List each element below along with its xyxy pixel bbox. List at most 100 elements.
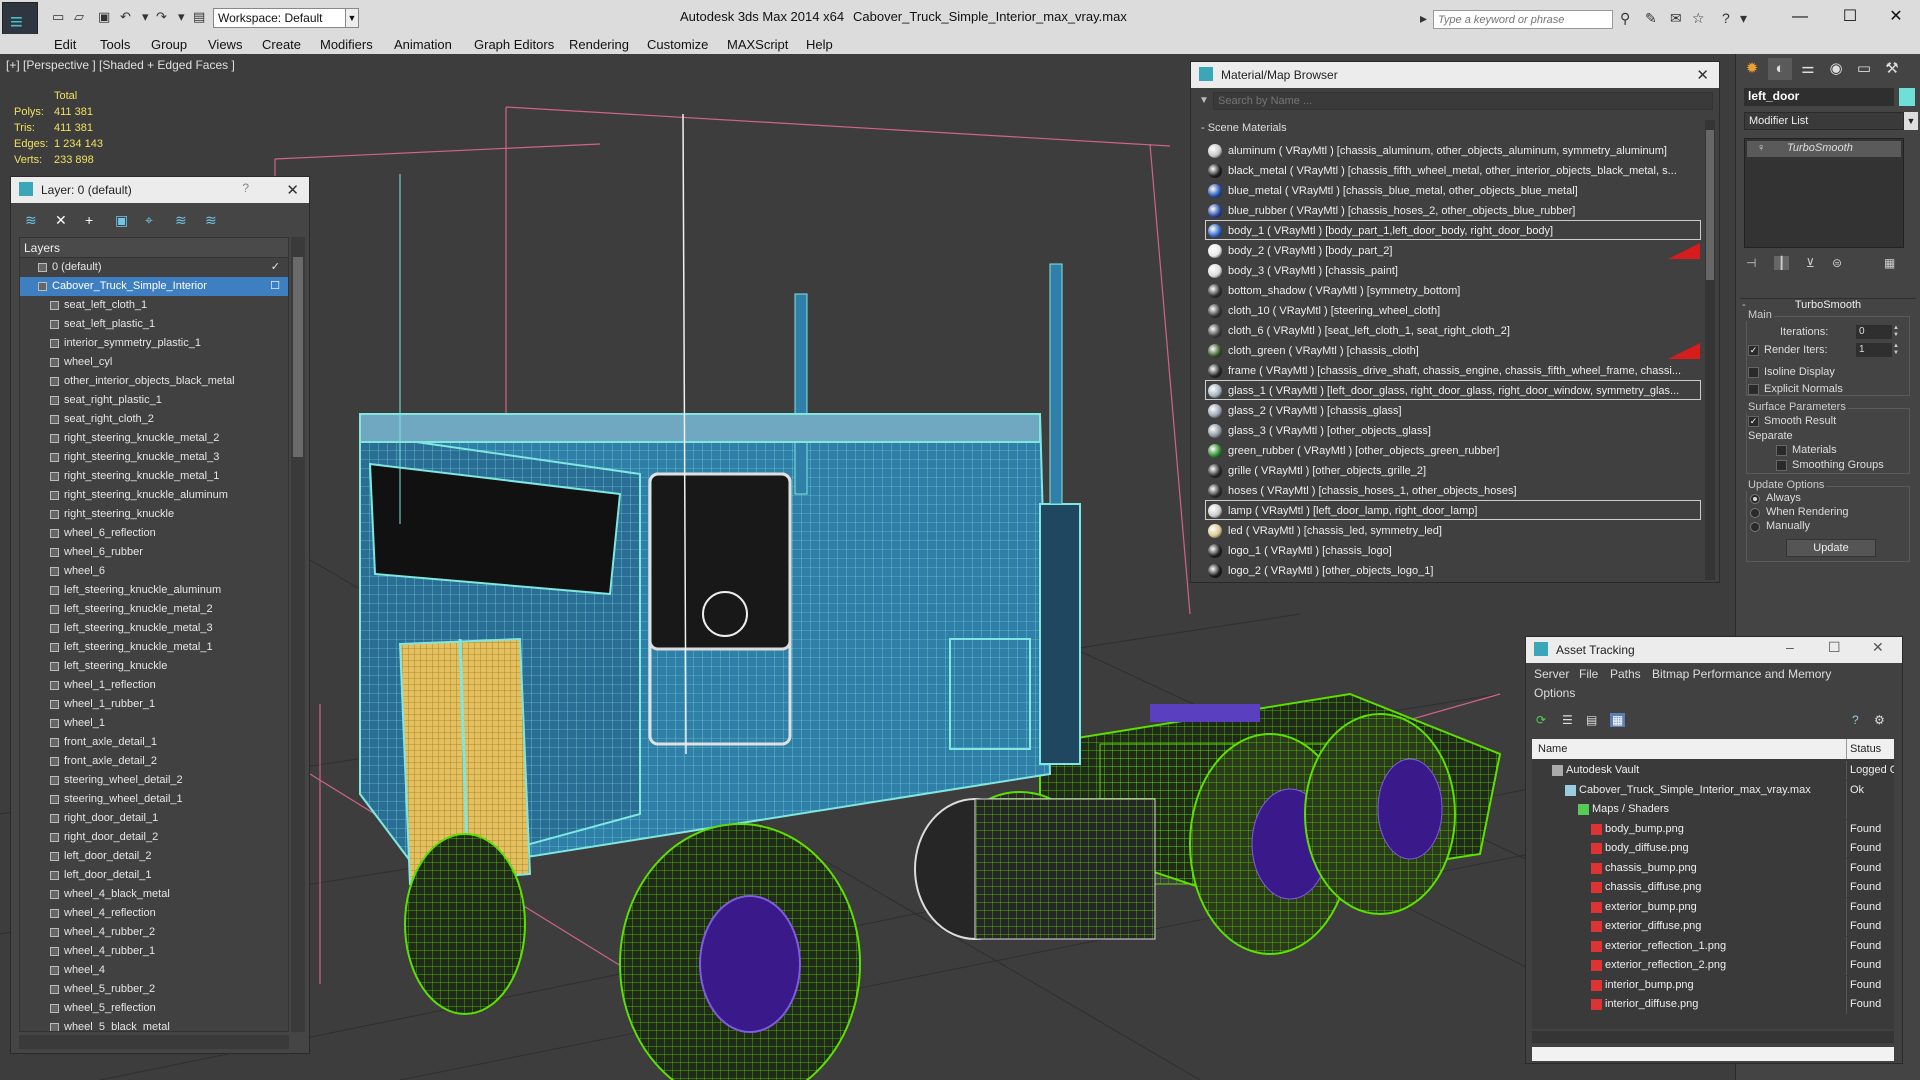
asset-row[interactable]: exterior_diffuse.png Found xyxy=(1532,917,1894,936)
menu-tools[interactable]: Tools xyxy=(100,37,130,52)
layer-row[interactable]: wheel_5_reflection xyxy=(20,999,288,1018)
update-always-radio[interactable] xyxy=(1750,494,1760,504)
create-tab-icon[interactable]: ✹ xyxy=(1740,58,1764,80)
scrollbar-thumb[interactable] xyxy=(293,257,303,457)
layer-row[interactable]: front_axle_detail_2 xyxy=(20,752,288,771)
menu-create[interactable]: Create xyxy=(262,37,301,52)
create-layer-icon[interactable]: + xyxy=(85,213,101,227)
help-icon[interactable]: ? xyxy=(1852,713,1859,727)
object-color-swatch[interactable] xyxy=(1899,88,1915,106)
layer-row[interactable]: left_door_detail_2 xyxy=(20,847,288,866)
menu-animation[interactable]: Animation xyxy=(394,37,452,52)
column-separator[interactable] xyxy=(1846,739,1847,759)
new-file-icon[interactable]: ▭ xyxy=(52,9,64,25)
asset-row[interactable]: Maps / Shaders xyxy=(1532,800,1894,819)
layer-row[interactable]: right_door_detail_1 xyxy=(20,809,288,828)
asset-menu-file[interactable]: File xyxy=(1579,667,1598,681)
asset-row[interactable]: chassis_bump.png Found xyxy=(1532,858,1894,878)
remove-modifier-icon[interactable]: ⊜ xyxy=(1832,256,1842,270)
column-status-header[interactable]: Status xyxy=(1850,743,1881,755)
keyword-search-input[interactable] xyxy=(1433,10,1613,29)
render-iters-checkbox[interactable]: ✓ xyxy=(1748,345,1759,356)
save-file-icon[interactable]: ▣ xyxy=(98,9,110,25)
layer-panel-header[interactable]: Layer: 0 (default) ? ✕ xyxy=(11,177,309,203)
filter-dropdown-icon[interactable]: ▼ xyxy=(1199,95,1209,106)
close-button[interactable]: ✕ xyxy=(1873,6,1919,28)
add-to-layer-icon[interactable]: ▣ xyxy=(115,213,131,227)
layer-row[interactable]: seat_left_plastic_1 xyxy=(20,315,288,334)
layer-row[interactable]: wheel_1_reflection xyxy=(20,676,288,695)
display-tab-icon[interactable]: ▭ xyxy=(1852,58,1876,80)
minimize-button[interactable]: — xyxy=(1777,6,1823,28)
open-file-icon[interactable]: ▱ xyxy=(74,9,84,25)
layer-row[interactable]: wheel_5_black_metal xyxy=(20,1018,288,1031)
layer-row[interactable]: Cabover_Truck_Simple_Interior ☐ xyxy=(20,277,288,296)
close-icon[interactable]: ✕ xyxy=(286,181,299,199)
asset-row[interactable]: interior_diffuse.png Found xyxy=(1532,995,1894,1014)
material-vertical-scrollbar[interactable] xyxy=(1705,120,1715,580)
settings-icon[interactable]: ⚙ xyxy=(1874,713,1885,727)
scene-materials-group[interactable]: - Scene Materials xyxy=(1197,120,1697,138)
asset-menu-bitmap-performance[interactable]: Bitmap Performance and Memory xyxy=(1652,667,1831,681)
highlight-layer-icon[interactable]: ≋ xyxy=(175,213,191,227)
layer-row[interactable]: left_steering_knuckle_metal_1 xyxy=(20,638,288,657)
help-icon[interactable]: ? xyxy=(242,181,249,195)
spinner-arrows-icon[interactable]: ▲ ▼ xyxy=(1893,325,1901,339)
hierarchy-tab-icon[interactable]: ⚌ xyxy=(1796,58,1820,80)
close-icon[interactable]: ✕ xyxy=(1872,639,1884,656)
asset-menu-server[interactable]: Server xyxy=(1534,667,1569,681)
layer-row[interactable]: left_steering_knuckle_metal_3 xyxy=(20,619,288,638)
material-row[interactable]: frame ( VRayMtl ) [chassis_drive_shaft, … xyxy=(1205,360,1701,380)
asset-row[interactable]: chassis_diffuse.png Found xyxy=(1532,878,1894,897)
asset-horizontal-scrollbar[interactable] xyxy=(1532,1031,1894,1043)
layer-row[interactable]: interior_symmetry_plastic_1 xyxy=(20,334,288,353)
layer-row[interactable]: wheel_6_rubber xyxy=(20,543,288,562)
search-expand-icon[interactable]: ▸ xyxy=(1420,10,1427,27)
layer-row[interactable]: right_steering_knuckle_metal_1 xyxy=(20,467,288,486)
layer-row[interactable]: wheel_4_reflection xyxy=(20,904,288,923)
layer-horizontal-scrollbar[interactable] xyxy=(19,1035,289,1049)
layer-row[interactable]: wheel_1 xyxy=(20,714,288,733)
layers-column-header[interactable]: Layers xyxy=(20,238,288,258)
material-row[interactable]: body_2 ( VRayMtl ) [body_part_2] xyxy=(1205,240,1701,260)
undo-icon[interactable]: ↶ xyxy=(120,9,131,25)
layer-row[interactable]: left_steering_knuckle_metal_2 xyxy=(20,600,288,619)
layer-row[interactable]: other_interior_objects_black_metal xyxy=(20,372,288,391)
asset-menu-options[interactable]: Options xyxy=(1534,686,1575,700)
material-row[interactable]: blue_rubber ( VRayMtl ) [chassis_hoses_2… xyxy=(1205,200,1701,220)
layer-row[interactable]: 0 (default) ✓ xyxy=(20,258,288,277)
material-row[interactable]: logo_1 ( VRayMtl ) [chassis_logo] xyxy=(1205,540,1701,560)
layer-row[interactable]: steering_wheel_detail_1 xyxy=(20,790,288,809)
workspace-dropdown-arrow-icon[interactable]: ▼ xyxy=(345,8,359,28)
layer-row[interactable]: wheel_cyl xyxy=(20,353,288,372)
redo-icon[interactable]: ↷ xyxy=(156,9,167,25)
layer-row[interactable]: front_axle_detail_1 xyxy=(20,733,288,752)
utilities-tab-icon[interactable]: ⚒ xyxy=(1880,58,1904,80)
menu-customize[interactable]: Customize xyxy=(647,37,708,52)
redo-dropdown-icon[interactable]: ▾ xyxy=(178,9,185,25)
help-icon[interactable]: ? xyxy=(1722,10,1730,26)
configure-sets-icon[interactable]: ▦ xyxy=(1884,256,1895,270)
material-row[interactable]: blue_metal ( VRayMtl ) [chassis_blue_met… xyxy=(1205,180,1701,200)
material-search-input[interactable] xyxy=(1213,92,1713,110)
light-bulb-icon[interactable]: ♀ xyxy=(1757,142,1765,154)
column-name-header[interactable]: Name xyxy=(1538,743,1567,755)
modify-tab-icon[interactable]: ◐ xyxy=(1768,58,1792,80)
material-row[interactable]: glass_1 ( VRayMtl ) [left_door_glass, ri… xyxy=(1205,380,1701,400)
modifier-list-dropdown[interactable]: Modifier List xyxy=(1744,112,1904,130)
smooth-result-checkbox[interactable]: ✓ xyxy=(1748,416,1759,427)
asset-row[interactable]: exterior_bump.png Found xyxy=(1532,897,1894,917)
layer-row[interactable]: wheel_4_rubber_2 xyxy=(20,923,288,942)
object-name-field[interactable]: left_door xyxy=(1744,88,1894,106)
layer-current-checkbox[interactable]: ✓ xyxy=(271,258,280,277)
undo-dropdown-icon[interactable]: ▾ xyxy=(142,9,149,25)
material-row[interactable]: cloth_green ( VRayMtl ) [chassis_cloth] xyxy=(1205,340,1701,360)
menu-help[interactable]: Help xyxy=(806,37,833,52)
favorites-star-icon[interactable]: ☆ xyxy=(1692,10,1705,27)
layer-row[interactable]: wheel_4_rubber_1 xyxy=(20,942,288,961)
material-row[interactable]: grille ( VRayMtl ) [other_objects_grille… xyxy=(1205,460,1701,480)
workspace-dropdown[interactable]: Workspace: Default xyxy=(213,8,353,28)
hide-all-layers-icon[interactable]: ≋ xyxy=(205,213,221,227)
layer-row[interactable]: wheel_6 xyxy=(20,562,288,581)
material-row[interactable]: glass_2 ( VRayMtl ) [chassis_glass] xyxy=(1205,400,1701,420)
